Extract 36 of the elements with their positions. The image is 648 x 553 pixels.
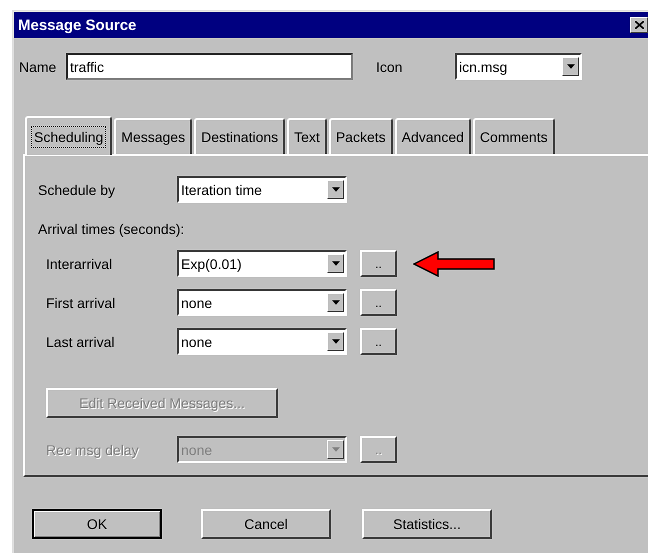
close-button[interactable] [630,17,648,33]
dropdown-field[interactable]: none [177,328,347,355]
section-label: Arrival times (seconds): [38,221,186,238]
field-label: Last arrival [46,334,116,350]
dropdown-arrow-icon [566,64,574,69]
icon-label: Icon [376,58,404,74]
tab[interactable]: Comments [472,118,555,154]
field-label: Schedule by [38,182,116,198]
name-label: Name [19,58,58,74]
dropdown-field[interactable]: icn.msg [455,53,582,80]
dropdown-field[interactable]: Iteration time [177,176,347,203]
tab[interactable]: Messages [114,118,192,154]
dropdown-field[interactable]: none [177,289,347,316]
close-icon [634,21,644,29]
dialog-button[interactable]: OK [32,509,162,539]
dialog-button[interactable]: Cancel [201,509,331,539]
browse-button[interactable]: .. [360,328,397,355]
field-label: Rec msg delay [46,442,140,458]
browse-button[interactable]: .. [360,289,397,316]
tab[interactable]: Advanced [394,118,471,154]
tab[interactable]: Destinations [194,118,286,154]
dropdown-arrow-icon [332,447,340,452]
dialog-button[interactable]: Statistics... [362,509,492,539]
window-title: Message Source [18,16,136,34]
dropdown-arrow-icon [332,339,340,344]
dropdown-field[interactable]: Exp(0.01) [177,250,347,277]
field-label: Interarrival [46,256,114,272]
browse-button[interactable]: .. [360,250,397,277]
field-label: First arrival [46,294,116,310]
tab[interactable]: Text [287,118,327,154]
dropdown-arrow-icon [332,187,340,192]
dropdown-arrow-icon [332,300,340,305]
dropdown-arrow-icon [332,261,340,266]
name-field[interactable]: traffic [66,53,353,80]
tab[interactable]: Packets [328,118,393,154]
tab[interactable]: Scheduling [25,116,112,155]
